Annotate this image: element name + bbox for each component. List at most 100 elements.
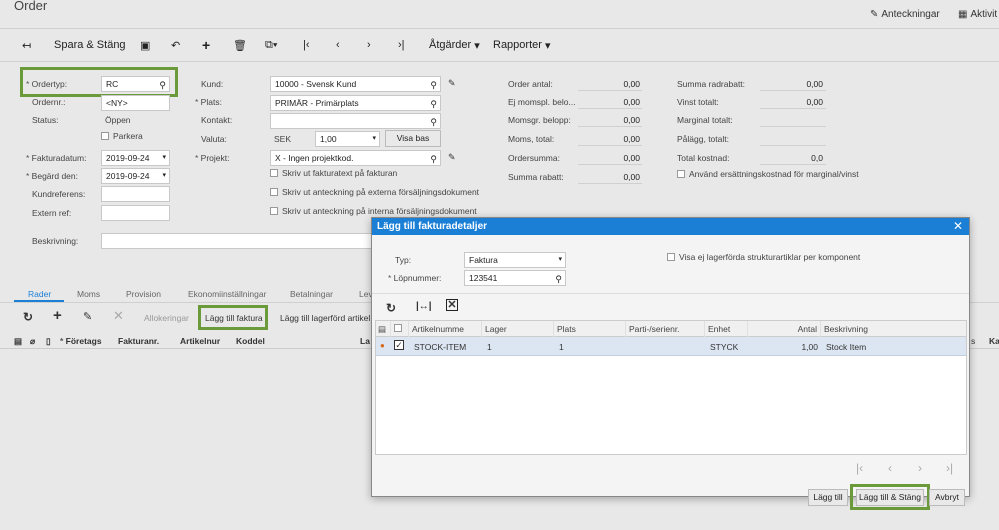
back-icon[interactable]: ↤ [22, 33, 31, 57]
dialog-refresh-icon[interactable]: ↻ [386, 301, 396, 315]
col-itemnr[interactable]: Artikelnur [180, 336, 220, 346]
totals-value: 0,00 [623, 172, 640, 182]
first-page-icon[interactable]: |‹ [856, 461, 863, 475]
location-label: Plats: [195, 97, 222, 107]
add-button[interactable]: Lägg till [808, 489, 848, 506]
select-all-checkbox[interactable] [391, 321, 409, 337]
edit-note-icon: ✎ [870, 9, 879, 20]
totals-value: 0,00 [623, 97, 640, 107]
undo-icon[interactable]: ↶ [171, 33, 180, 57]
custref-field[interactable] [101, 186, 170, 202]
tab-moms[interactable]: Moms [77, 289, 100, 299]
tab-betalningar[interactable]: Betalningar [290, 289, 333, 299]
col-description[interactable]: Beskrivning [821, 321, 966, 337]
requested-label: Begärd den: [26, 171, 78, 181]
totals-value: 0,00 [623, 134, 640, 144]
ordernr-field[interactable]: <NY> [101, 95, 170, 111]
add-row-icon[interactable]: + [53, 307, 62, 324]
col-subaccount[interactable]: Koddel [236, 336, 265, 346]
add-icon[interactable]: + [202, 33, 210, 57]
totals-value: 0,00 [806, 79, 823, 89]
edit-project-icon[interactable]: ✎ [448, 152, 456, 163]
cell-unit: STYCK [710, 342, 739, 352]
col-location[interactable]: Plats [554, 321, 626, 337]
contact-field[interactable]: ⚲ [270, 113, 441, 129]
location-field[interactable]: PRIMÄR - Primärplats ⚲ [270, 95, 441, 111]
col-item[interactable]: Artikelnumme [409, 321, 482, 337]
save-close-button[interactable]: Spara & Stäng [54, 33, 126, 57]
totals-value: 0,00 [806, 97, 823, 107]
col-warehouse[interactable]: La [360, 336, 370, 346]
delete-row-icon[interactable]: ✕ [113, 308, 124, 324]
actions-menu[interactable]: Åtgärder ▾ [429, 33, 480, 57]
totals-label: Summa rabatt: [508, 172, 564, 182]
edit-row-icon[interactable]: ✎ [83, 310, 92, 323]
copy-paste-icon[interactable]: ⧉▾ [265, 33, 277, 57]
col-qty[interactable]: Antal [748, 321, 821, 337]
settings-icon[interactable]: ▤ [14, 336, 22, 347]
extref-field[interactable] [101, 205, 170, 221]
add-invoice-details-dialog: Lägg till fakturadetaljer ✕ Typ: Faktura… [371, 217, 970, 510]
totals-box [760, 132, 826, 146]
next-page-icon[interactable]: › [918, 461, 922, 475]
notes-button[interactable]: ✎ Anteckningar [870, 9, 940, 20]
col-peek-ka: Ka [989, 336, 999, 346]
calendar-icon: ▦ [958, 9, 968, 20]
document-icon: ▯ [46, 336, 51, 346]
rate-field[interactable]: 1,00 ▾ [315, 131, 380, 147]
last-record-icon[interactable]: ›| [398, 33, 405, 57]
park-checkbox[interactable]: Parkera [101, 131, 143, 141]
col-unit[interactable]: Enhet [705, 321, 748, 337]
use-replacement-cost-checkbox[interactable]: Använd ersättningskostnad för marginal/v… [677, 169, 859, 179]
print-invoice-text-checkbox[interactable]: Skriv ut fakturatext på fakturan [270, 168, 397, 178]
customer-label: Kund: [201, 79, 224, 89]
show-nonstock-checkbox[interactable]: Visa ej lagerförda strukturartiklar per … [667, 252, 860, 262]
type-select[interactable]: Faktura ▾ [464, 252, 566, 268]
fit-columns-icon[interactable]: |↔| [416, 301, 432, 312]
cell-qty: 1,00 [801, 342, 818, 352]
save-icon[interactable]: ▣ [140, 33, 150, 57]
export-excel-icon[interactable]: ✕ [446, 299, 458, 311]
refresh-icon[interactable]: ↻ [23, 310, 33, 324]
last-page-icon[interactable]: ›| [946, 461, 953, 475]
allocations-button[interactable]: Allokeringar [144, 313, 189, 323]
prev-page-icon[interactable]: ‹ [888, 461, 892, 475]
tab-provision[interactable]: Provision [126, 289, 161, 299]
serial-field[interactable]: 123541 ⚲ [464, 270, 566, 286]
close-icon[interactable]: ✕ [953, 219, 963, 233]
edit-customer-icon[interactable]: ✎ [448, 78, 456, 89]
cancel-button[interactable]: Avbryt [929, 489, 965, 506]
first-record-icon[interactable]: |‹ [303, 33, 310, 57]
search-icon: ⚲ [430, 99, 437, 109]
prev-record-icon[interactable]: ‹ [336, 33, 340, 57]
col-lot[interactable]: Parti-/serienr. [626, 321, 705, 337]
description-field[interactable] [101, 233, 376, 249]
requested-field[interactable]: 2019-09-24 ▾ [101, 168, 170, 184]
customer-field[interactable]: 10000 - Svensk Kund ⚲ [270, 76, 441, 92]
col-company[interactable]: Företags [60, 336, 102, 346]
dialog-grid-header: ▤ Artikelnumme Lager Plats Parti-/serien… [376, 321, 966, 337]
dialog-grid: ▤ Artikelnumme Lager Plats Parti-/serien… [375, 320, 967, 455]
activities-button[interactable]: ▦ Aktivit [958, 9, 997, 20]
delete-icon[interactable]: 🗑 [233, 33, 247, 57]
row-checkbox[interactable]: ✓ [394, 340, 404, 350]
tab-ekonomi[interactable]: Ekonomiinställningar [188, 289, 266, 299]
reports-menu[interactable]: Rapporter ▾ [493, 33, 551, 57]
view-base-button[interactable]: Visa bas [385, 130, 441, 147]
invoicedate-field[interactable]: 2019-09-24 ▾ [101, 150, 170, 166]
add-stock-item-button[interactable]: Lägg till lagerförd artikel [280, 313, 370, 323]
grid-settings-icon[interactable]: ▤ [376, 321, 391, 337]
print-external-note-checkbox[interactable]: Skriv ut anteckning på externa försäljni… [270, 187, 479, 197]
col-invoicenr[interactable]: Fakturanr. [118, 336, 159, 346]
dialog-divider [372, 293, 969, 294]
project-field[interactable]: X - Ingen projektkod. ⚲ [270, 150, 441, 166]
table-row[interactable]: ● ✓ STOCK-ITEM 1 1 STYCK 1,00 Stock Item [376, 337, 966, 356]
totals-label: Ordersumma: [508, 153, 560, 163]
col-warehouse[interactable]: Lager [482, 321, 554, 337]
next-record-icon[interactable]: › [367, 33, 371, 57]
totals-label: Marginal totalt: [677, 115, 733, 125]
page-title: Order [14, 0, 48, 13]
tab-rader[interactable]: Rader [28, 289, 51, 299]
totals-value: 0,00 [623, 153, 640, 163]
print-internal-note-checkbox[interactable]: Skriv ut anteckning på interna försäljni… [270, 206, 477, 216]
